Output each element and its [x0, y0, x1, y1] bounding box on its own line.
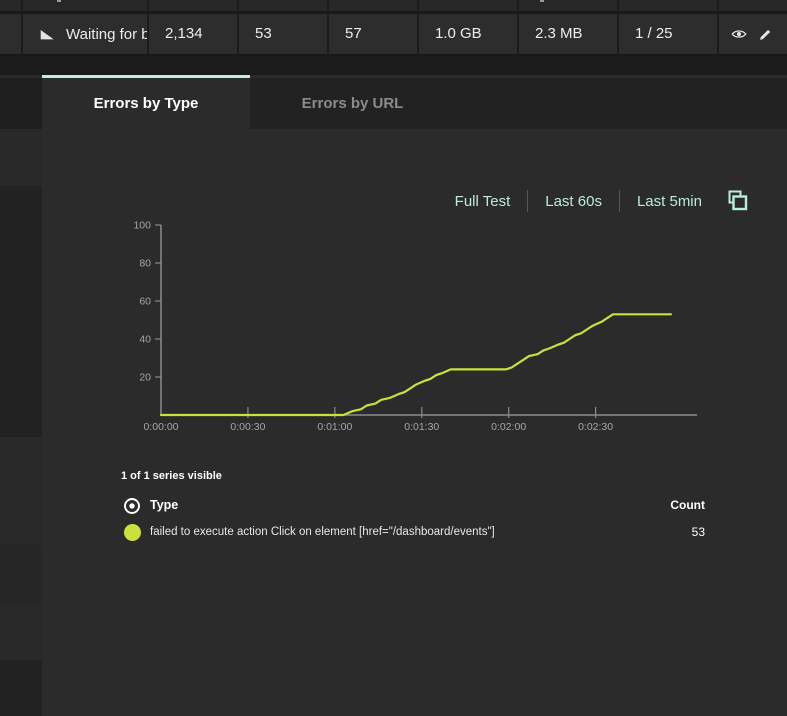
left-strip-block: [0, 660, 42, 716]
truncated-text-remnant: [540, 0, 544, 2]
row-name-cell: Waiting for b: [22, 14, 147, 54]
cell-value-3: 57: [345, 25, 362, 42]
svg-text:60: 60: [139, 296, 151, 308]
results-table: Waiting for b 2,134 53 57 1.0 GB 2.3 MB …: [0, 0, 787, 56]
svg-text:0:01:30: 0:01:30: [404, 421, 439, 433]
pencil-icon[interactable]: [757, 25, 775, 43]
tabs-left-margin: [0, 78, 42, 129]
svg-text:0:00:00: 0:00:00: [143, 421, 178, 433]
series-count: 53: [691, 525, 705, 539]
left-strip-block: [0, 545, 42, 605]
range-divider: [527, 190, 529, 212]
left-strip: [0, 129, 42, 716]
svg-text:40: 40: [139, 334, 151, 346]
row-name: Waiting for b: [66, 25, 147, 43]
svg-text:0:01:00: 0:01:00: [317, 421, 352, 433]
range-full-test[interactable]: Full Test: [455, 193, 511, 210]
series-label: failed to execute action Click on elemen…: [150, 526, 495, 538]
flag-icon: [40, 29, 54, 40]
svg-text:0:02:00: 0:02:00: [491, 421, 526, 433]
tabs: Errors by Type Errors by URL: [0, 75, 787, 129]
svg-text:100: 100: [133, 220, 151, 232]
legend-row[interactable]: failed to execute action Click on elemen…: [0, 521, 787, 545]
svg-text:20: 20: [139, 372, 151, 384]
svg-text:0:00:30: 0:00:30: [230, 421, 265, 433]
left-strip-block: [0, 186, 42, 437]
legend-summary: 1 of 1 series visible: [121, 470, 222, 482]
truncated-text-remnant: [57, 0, 61, 2]
cell-data-in: 1.0 GB: [435, 25, 482, 42]
eye-icon[interactable]: [730, 25, 748, 43]
errors-by-type-panel: Full Test Last 60s Last 5min 20 40 60 80 100…: [0, 129, 787, 716]
row-actions: [717, 14, 787, 54]
range-last-5min[interactable]: Last 5min: [637, 193, 702, 210]
svg-text:80: 80: [139, 258, 151, 270]
cell-errors: 53: [255, 25, 272, 42]
tab-label: Errors by Type: [93, 95, 199, 112]
legend-column-count: Count: [670, 498, 705, 512]
cell-total: 2,134: [165, 25, 203, 42]
cell-data-out: 2.3 MB: [535, 25, 583, 42]
range-divider: [618, 190, 620, 212]
time-range-selector: Full Test Last 60s Last 5min: [455, 187, 749, 215]
cell-progress: 1 / 25: [635, 25, 673, 42]
tab-label: Errors by URL: [301, 95, 404, 112]
copy-icon[interactable]: [725, 189, 749, 213]
svg-text:0:02:30: 0:02:30: [578, 421, 613, 433]
errors-chart: 20 40 60 80 100 0:00:00 0:00:30 0:01:00 0:01:30 0…: [133, 220, 697, 433]
errors-dashboard: Waiting for b 2,134 53 57 1.0 GB 2.3 MB …: [0, 0, 787, 716]
legend-header: Type Count: [0, 495, 787, 517]
legend-column-type: Type: [150, 498, 179, 512]
series-swatch: [124, 524, 141, 541]
visibility-eye-icon[interactable]: [122, 496, 142, 516]
range-last-60s[interactable]: Last 60s: [545, 193, 602, 210]
section-gap: [0, 56, 787, 75]
table-row-partial: [0, 0, 787, 11]
tab-errors-by-type[interactable]: Errors by Type: [42, 75, 250, 129]
tab-errors-by-url[interactable]: Errors by URL: [250, 78, 455, 129]
